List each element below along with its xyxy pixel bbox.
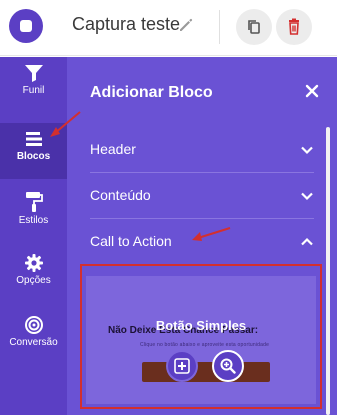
blocks-icon — [25, 132, 42, 146]
target-icon — [24, 316, 43, 334]
accordion-header[interactable]: Header — [90, 127, 314, 173]
sidebar-item-estilos[interactable]: Estilos — [0, 191, 67, 247]
accordion-label: Conteúdo — [90, 187, 151, 203]
delete-button[interactable] — [276, 9, 312, 45]
accordion-conteudo[interactable]: Conteúdo — [90, 173, 314, 219]
add-block-button[interactable] — [166, 350, 198, 382]
highlighted-block-preview: Não Deixe Esta Chance Passar: Clique no … — [80, 264, 322, 409]
close-icon[interactable] — [305, 84, 319, 98]
paint-roller-icon — [25, 192, 43, 212]
trash-icon — [289, 18, 299, 35]
sidebar-item-label: Estilos — [18, 215, 49, 226]
sidebar-item-label: Opções — [16, 275, 51, 286]
add-block-panel: Adicionar Bloco Header Conteúdo Call to … — [67, 57, 337, 415]
preview-block-button[interactable] — [212, 350, 244, 382]
accordion-label: Header — [90, 141, 136, 157]
gear-icon — [24, 254, 43, 272]
zoom-icon — [220, 358, 236, 374]
accordion-call-to-action[interactable]: Call to Action — [90, 219, 314, 265]
sidebar-item-blocos[interactable]: Blocos — [0, 123, 67, 179]
chevron-down-icon — [301, 146, 313, 155]
funnel-icon — [24, 65, 43, 82]
thumbnail-cta-bar — [142, 362, 270, 382]
sidebar-item-label: Funil — [22, 85, 45, 96]
add-icon — [174, 358, 190, 374]
toolbar-divider — [219, 10, 220, 44]
chevron-up-icon — [301, 237, 313, 246]
block-name-label: Botão Simples — [155, 318, 247, 333]
sidebar-item-label: Conversão — [9, 337, 58, 348]
thumbnail-subtext: Clique no botão abaixo e aproveite esta … — [140, 342, 270, 348]
app-logo[interactable] — [9, 9, 43, 43]
sidebar-item-conversao[interactable]: Conversão — [0, 315, 67, 371]
chevron-down-icon — [301, 192, 313, 201]
accordion-label: Call to Action — [90, 233, 172, 249]
sidebar-item-label: Blocos — [16, 151, 51, 162]
copy-button[interactable] — [236, 9, 272, 45]
pencil-icon[interactable] — [178, 17, 194, 33]
sidebar-item-opcoes[interactable]: Opções — [0, 253, 67, 309]
project-title[interactable]: Captura teste — [72, 14, 180, 35]
panel-scrollbar[interactable] — [326, 127, 330, 415]
sidebar-item-funil[interactable]: Funil — [0, 63, 67, 119]
panel-title: Adicionar Bloco — [90, 84, 213, 101]
top-bar: Captura teste — [0, 0, 337, 56]
block-thumbnail[interactable]: Não Deixe Esta Chance Passar: Clique no … — [86, 276, 316, 404]
left-sidebar: Funil Blocos Estilos Opções Conversão — [0, 57, 67, 415]
copy-icon — [248, 20, 260, 34]
